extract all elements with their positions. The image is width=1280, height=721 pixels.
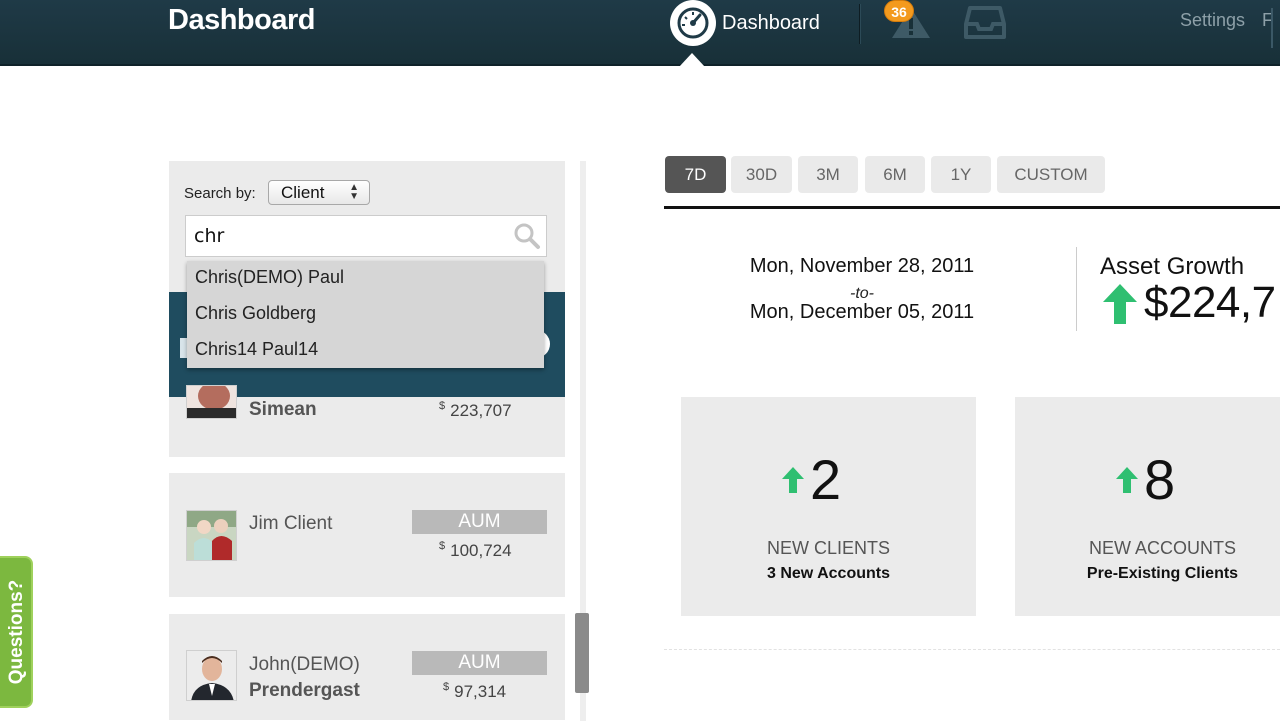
range-custom-button[interactable]: CUSTOM	[997, 156, 1105, 193]
client-card[interactable]: John(DEMO) Prendergast AUM $97,314	[169, 614, 565, 720]
aum-amount: 223,707	[450, 401, 512, 420]
currency-symbol: $	[439, 540, 446, 552]
search-icon[interactable]	[513, 222, 541, 250]
client-name: John(DEMO) Prendergast	[249, 652, 360, 704]
client-name: Simean	[249, 399, 317, 420]
up-arrow-icon	[1116, 467, 1138, 493]
range-underline	[664, 206, 1280, 209]
currency-symbol: $	[439, 400, 446, 412]
aum-value: $223,707	[439, 400, 512, 421]
stat-title: NEW CLIENTS	[766, 538, 890, 558]
range-1y-button[interactable]: 1Y	[931, 156, 991, 193]
stat-number: 8	[1144, 448, 1176, 511]
range-6m-button[interactable]: 6M	[865, 156, 925, 193]
active-nav-pointer	[679, 53, 705, 67]
stat-subtitle: Pre-Existing Clients	[1086, 565, 1239, 582]
scrollbar-thumb[interactable]	[575, 613, 589, 693]
settings-link[interactable]: Settings	[1180, 10, 1245, 31]
nav-dashboard[interactable]: Dashboard	[670, 0, 820, 46]
select-arrows-icon: ▲ ▼	[349, 182, 359, 202]
client-last-name: Prendergast	[249, 680, 360, 701]
period-start: Mon, November 28, 2011	[749, 255, 975, 277]
stat-subtitle: 3 New Accounts	[767, 565, 890, 582]
section-separator	[664, 649, 1280, 650]
currency-symbol: $	[443, 681, 450, 693]
summary-divider	[1076, 247, 1077, 331]
suggestion-item[interactable]: Chris Goldberg	[195, 303, 316, 324]
gauge-icon	[670, 0, 716, 46]
aum-amount: 97,314	[454, 682, 507, 701]
alerts-badge: 36	[884, 0, 914, 22]
aum-label: AUM	[412, 510, 547, 534]
up-arrow-icon	[1103, 284, 1137, 324]
range-3m-button[interactable]: 3M	[798, 156, 858, 193]
avatar	[186, 650, 237, 701]
search-by-select[interactable]: Client ▲ ▼	[268, 180, 370, 205]
nav-divider-right	[1271, 8, 1273, 48]
top-bar: Dashboard Dashboard 36 Settings F	[0, 0, 1280, 66]
nav-dashboard-label: Dashboard	[722, 11, 820, 34]
stat-card-new-clients: 2 NEW CLIENTS 3 New Accounts	[681, 397, 976, 616]
asset-growth-label: Asset Growth	[1100, 253, 1245, 280]
aum-value: $100,724	[439, 540, 512, 561]
stat-number: 2	[810, 448, 842, 511]
search-suggestions: Chris(DEMO) Paul Chris Goldberg Chris14 …	[187, 261, 544, 368]
nav-divider	[859, 4, 860, 44]
inbox-button[interactable]	[964, 4, 1006, 45]
questions-label: Questions?	[6, 579, 27, 685]
up-arrow-icon	[782, 467, 804, 493]
search-by-label: Search by:	[184, 185, 256, 202]
aum-amount: 100,724	[450, 541, 512, 560]
client-card[interactable]: Simean $223,707	[169, 385, 565, 457]
client-name: Jim Client	[249, 513, 333, 534]
alerts-button[interactable]: 36	[884, 0, 934, 44]
range-7d-button[interactable]: 7D	[665, 156, 726, 193]
range-30d-button[interactable]: 30D	[731, 156, 792, 193]
aum-value: $97,314	[443, 681, 506, 702]
aum-label: AUM	[412, 651, 547, 675]
suggestion-item[interactable]: Chris14 Paul14	[195, 339, 318, 360]
inbox-icon	[964, 6, 1006, 39]
avatar	[186, 510, 237, 561]
client-search-input[interactable]: chr	[185, 215, 547, 257]
period-end: Mon, December 05, 2011	[749, 301, 975, 323]
client-first-name: John(DEMO)	[249, 654, 360, 675]
asset-growth-value: $224,7	[1144, 278, 1276, 327]
stat-card-new-accounts: 8 NEW ACCOUNTS Pre-Existing Clients	[1015, 397, 1280, 616]
page-title: Dashboard	[168, 4, 315, 36]
client-card[interactable]: Jim Client AUM $100,724	[169, 473, 565, 597]
avatar	[186, 385, 237, 419]
suggestion-item[interactable]: Chris(DEMO) Paul	[195, 267, 344, 288]
search-by-select-value: Client	[281, 183, 325, 202]
stat-title: NEW ACCOUNTS	[1088, 538, 1236, 558]
